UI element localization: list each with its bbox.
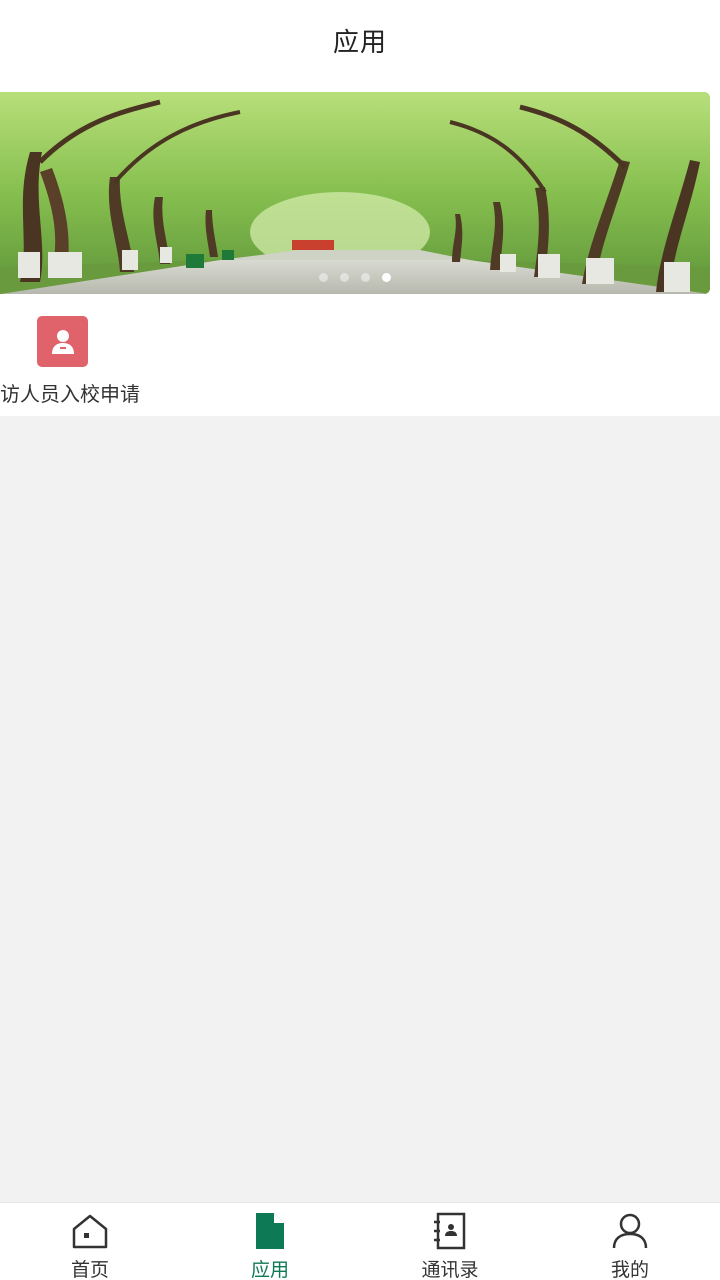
carousel-dot[interactable] xyxy=(361,273,370,282)
carousel-dot[interactable] xyxy=(340,273,349,282)
home-icon xyxy=(72,1214,108,1249)
banner-carousel[interactable] xyxy=(0,92,710,294)
contacts-book-icon xyxy=(434,1212,466,1250)
document-icon xyxy=(256,1213,284,1249)
tab-profile-label: 我的 xyxy=(610,1259,649,1280)
app-label: 访人员入校申请 xyxy=(0,382,140,406)
tab-home-label: 首页 xyxy=(70,1259,109,1280)
carousel-indicator xyxy=(0,273,710,282)
tab-home[interactable]: 首页 xyxy=(0,1203,180,1280)
top-header: 应用 xyxy=(0,0,720,80)
carousel-dot[interactable] xyxy=(319,273,328,282)
tree-lined-road-image xyxy=(0,92,710,294)
tab-apps-label: 应用 xyxy=(250,1259,289,1280)
tab-apps[interactable]: 应用 xyxy=(180,1203,360,1280)
app-grid: 访人员入校申请 xyxy=(0,294,720,416)
carousel-dot-active[interactable] xyxy=(382,273,391,282)
content-area xyxy=(0,416,720,1202)
visitor-person-icon xyxy=(37,316,88,367)
tab-contacts[interactable]: 通讯录 xyxy=(360,1203,540,1280)
page-title: 应用 xyxy=(332,27,387,58)
tab-profile[interactable]: 我的 xyxy=(540,1203,720,1280)
app-page: 应用 访人员入校申请 首页 应用 通讯录 我的 xyxy=(0,0,720,1280)
user-icon xyxy=(612,1213,648,1249)
tab-contacts-label: 通讯录 xyxy=(421,1259,479,1280)
app-visitor-entry-application[interactable]: 访人员入校申请 xyxy=(0,314,150,414)
bottom-tab-bar: 首页 应用 通讯录 我的 xyxy=(0,1202,720,1280)
